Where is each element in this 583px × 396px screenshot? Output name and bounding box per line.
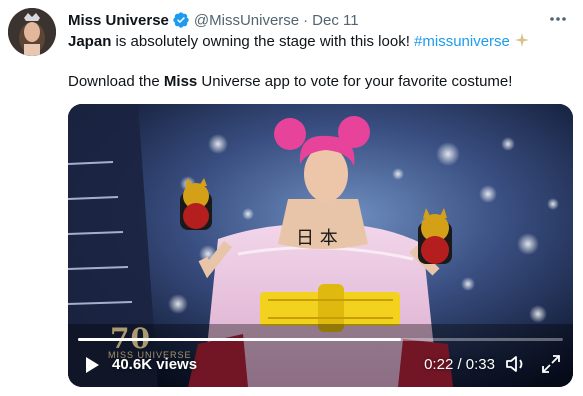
- view-count: 40.6K views: [112, 356, 198, 373]
- display-name[interactable]: Miss Universe: [68, 12, 169, 29]
- bold-word: Miss: [163, 73, 198, 90]
- play-icon[interactable]: [84, 356, 100, 374]
- avatar[interactable]: [8, 8, 56, 56]
- tweet-text: is absolutely owning the stage with this…: [111, 33, 415, 50]
- hashtag-link[interactable]: #missuniverse: [414, 33, 510, 50]
- user-handle[interactable]: @MissUniverse: [194, 12, 299, 29]
- more-options-icon[interactable]: [547, 10, 569, 28]
- video-progress-fill: [78, 338, 402, 341]
- sparkle-emoji-icon: [514, 32, 530, 54]
- video-time: 0:22 / 0:33: [424, 356, 495, 373]
- volume-icon[interactable]: [505, 354, 527, 374]
- tweet-card[interactable]: Miss Universe @MissUniverse · Dec 11 Jap…: [0, 0, 583, 396]
- tweet-header: Miss Universe @MissUniverse · Dec 11: [68, 10, 359, 30]
- separator-dot: ·: [303, 11, 309, 29]
- tweet-text: Download the: [68, 73, 164, 90]
- fullscreen-icon[interactable]: [541, 354, 561, 374]
- bold-country: Japan: [68, 33, 112, 50]
- video-player[interactable]: 日 本 70 MISS UNIVERSE 40.6K views 0:22 / …: [68, 104, 573, 387]
- video-controls: 40.6K views 0:22 / 0:33: [68, 350, 573, 378]
- tweet-date[interactable]: Dec 11: [312, 12, 358, 29]
- video-progress-track[interactable]: [78, 338, 563, 341]
- tweet-text-line-1: Japan is absolutely owning the stage wit…: [68, 32, 530, 54]
- chest-characters: 日 本: [296, 228, 338, 249]
- tweet-text-line-2: Download the Miss Universe app to vote f…: [68, 72, 512, 92]
- verified-badge-icon: [172, 11, 190, 29]
- tweet-text: Universe app to vote for your favorite c…: [197, 73, 513, 90]
